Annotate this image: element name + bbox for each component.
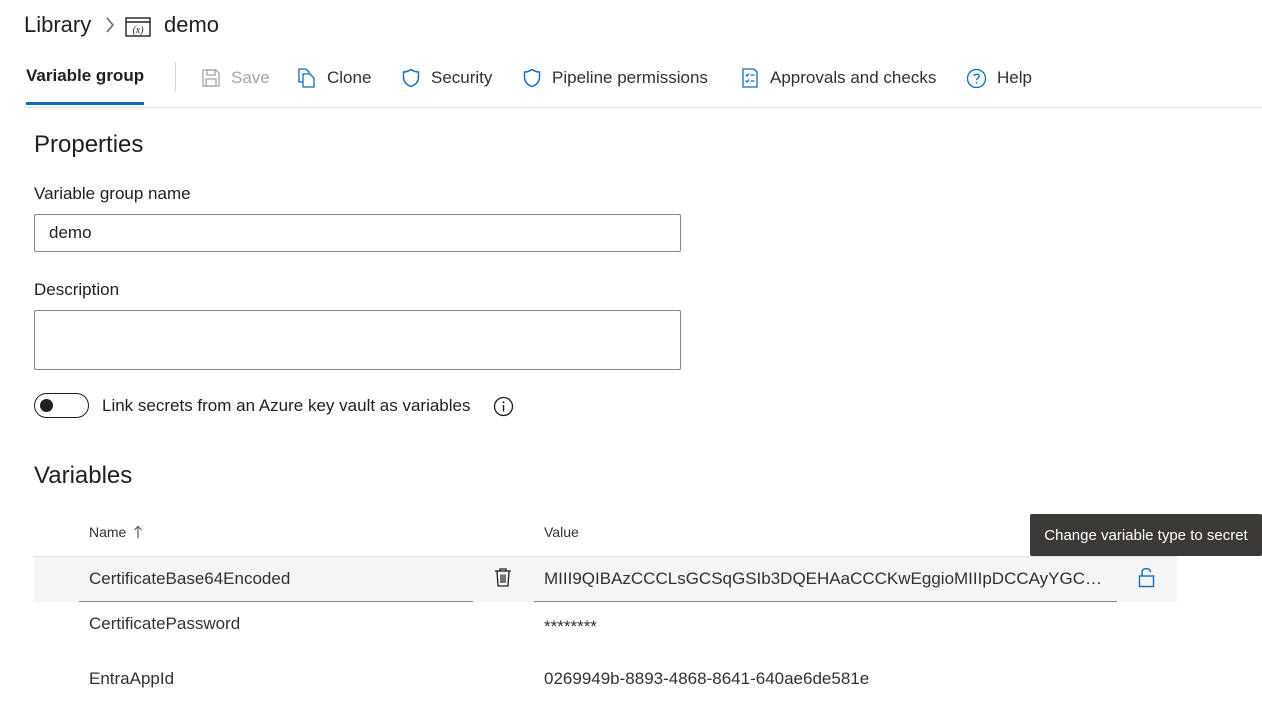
tab-variable-group[interactable]: Variable group <box>26 66 144 86</box>
save-label: Save <box>231 68 270 87</box>
pipeline-permissions-button[interactable]: Pipeline permissions <box>522 66 708 90</box>
variable-name[interactable]: EntraAppId <box>89 669 469 689</box>
clone-button[interactable]: Clone <box>297 66 371 90</box>
variable-group-icon: (x) <box>125 17 151 37</box>
clone-label: Clone <box>327 68 372 87</box>
info-icon[interactable] <box>493 396 514 417</box>
toolbar-divider <box>175 62 176 92</box>
active-tab-indicator <box>26 102 144 105</box>
keyvault-toggle[interactable] <box>34 393 89 418</box>
save-icon <box>202 69 220 87</box>
checklist-icon <box>742 68 758 88</box>
input-underline <box>534 601 1117 602</box>
variable-value-masked[interactable]: ******** <box>544 617 1104 637</box>
chevron-right-icon <box>106 17 114 33</box>
input-underline <box>79 601 473 602</box>
security-button[interactable]: Security <box>401 66 492 90</box>
tooltip: Change variable type to secret <box>1030 514 1262 556</box>
variable-group-name-label: Variable group name <box>34 184 191 203</box>
variable-value-input[interactable]: MIII9QIBAzCCCLsGCSqGSIb3DQEHAaCCCKwEggio… <box>544 569 1104 589</box>
properties-heading: Properties <box>34 131 144 158</box>
sort-ascending-icon <box>134 525 143 539</box>
clone-icon <box>298 68 315 88</box>
approvals-checks-label: Approvals and checks <box>770 68 937 87</box>
variables-heading: Variables <box>34 462 133 489</box>
variable-group-name-input[interactable] <box>34 214 681 252</box>
column-header-name[interactable]: Name <box>89 524 143 540</box>
variable-value[interactable]: 0269949b-8893-4868-8641-640ae6de581e <box>544 669 1104 689</box>
help-button[interactable]: Help <box>966 66 1032 90</box>
column-header-value: Value <box>544 524 579 540</box>
breadcrumb-current: demo <box>164 12 220 37</box>
delete-icon[interactable] <box>493 567 513 588</box>
keyvault-toggle-label: Link secrets from an Azure key vault as … <box>102 396 471 415</box>
variable-name[interactable]: CertificatePassword <box>89 614 469 634</box>
svg-text:(x): (x) <box>132 25 144 36</box>
unlock-icon[interactable] <box>1138 566 1155 588</box>
variable-name-input[interactable]: CertificateBase64Encoded <box>89 569 469 589</box>
column-header-name-label: Name <box>89 524 127 540</box>
toggle-knob <box>40 399 53 412</box>
security-label: Security <box>431 68 493 87</box>
help-icon <box>966 68 987 88</box>
save-button[interactable]: Save <box>201 66 270 90</box>
header-divider <box>24 107 1262 108</box>
shield-icon <box>402 68 420 88</box>
description-label: Description <box>34 280 120 299</box>
approvals-checks-button[interactable]: Approvals and checks <box>740 66 936 90</box>
help-label: Help <box>997 68 1032 87</box>
shield-icon <box>523 68 541 88</box>
description-textarea[interactable] <box>34 310 681 370</box>
breadcrumb-library[interactable]: Library <box>24 12 91 38</box>
pipeline-permissions-label: Pipeline permissions <box>552 68 708 87</box>
